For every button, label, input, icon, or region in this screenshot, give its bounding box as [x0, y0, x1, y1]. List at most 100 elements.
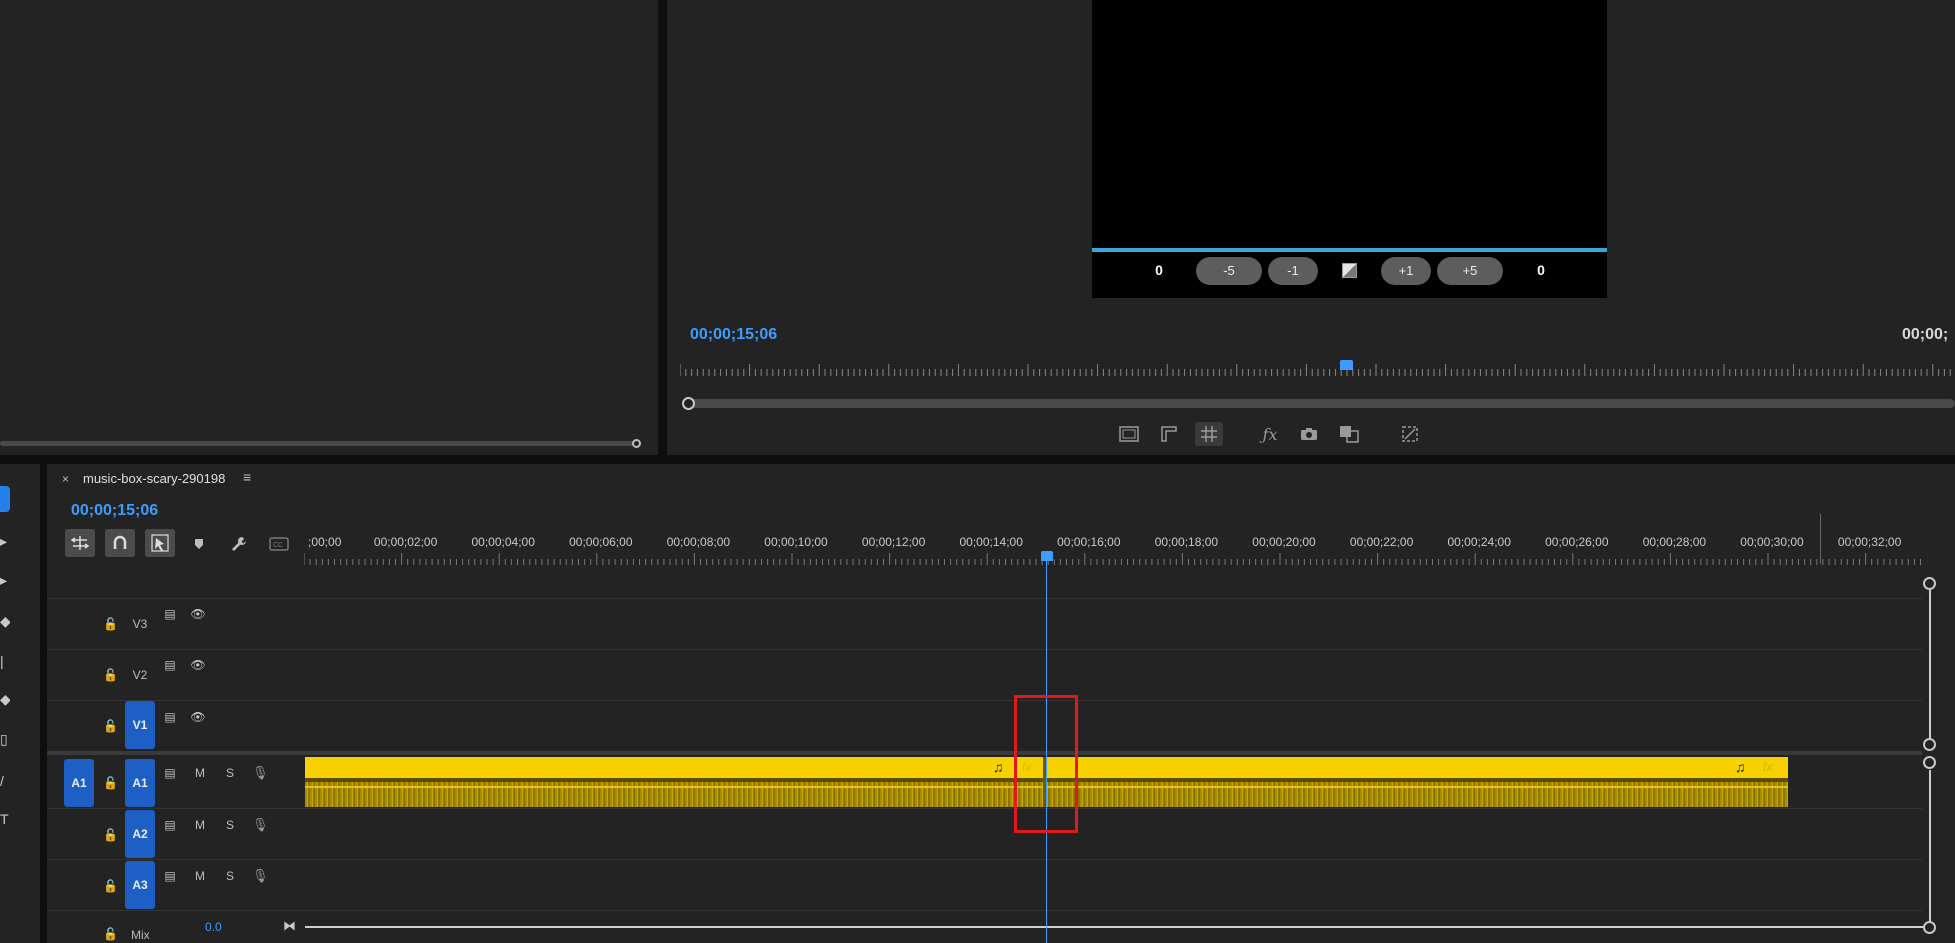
ripple-edit-tool-icon[interactable]: ▸ [0, 571, 10, 589]
razor-tool-icon[interactable]: ◆ [0, 612, 10, 630]
mute-track-a1-button[interactable]: M [193, 766, 207, 780]
ruler-label: ;00;00 [308, 535, 342, 549]
trim-apply-icon[interactable] [1342, 263, 1357, 278]
camera-export-frame-icon[interactable] [1295, 422, 1323, 446]
sync-lock-film-icon[interactable]: ▤ [162, 710, 178, 724]
rulers-icon[interactable] [1155, 422, 1183, 446]
lock-icon[interactable]: 🔓 [103, 879, 118, 893]
mix-track-label: Mix [131, 928, 150, 942]
timeline-ruler-labels[interactable]: ;00;00 00;00;02;00 00;00;04;00 00;00;06;00 0… [304, 535, 1924, 551]
hand-tool-icon[interactable]: / [0, 772, 10, 790]
sync-lock-film-icon[interactable]: ▤ [162, 607, 178, 621]
track-divider [47, 859, 1922, 860]
video-tracks-scrollbar[interactable] [1929, 584, 1931, 744]
voiceover-mic-icon[interactable]: 🎙 [252, 765, 269, 781]
trim-minus1-button[interactable]: -1 [1268, 257, 1318, 285]
ruler-label: 00;00;32;00 [1837, 535, 1902, 549]
program-zoom-handle[interactable] [682, 397, 695, 410]
effects-fx-icon[interactable]: ƒx [1256, 422, 1284, 446]
safe-margins-icon[interactable] [1115, 422, 1143, 446]
voiceover-mic-icon[interactable]: 🎙 [252, 868, 269, 884]
guides-grid-icon[interactable] [1195, 422, 1223, 446]
audio-tracks-scrollbar[interactable] [1929, 770, 1931, 928]
ruler-label: 00;00;02;00 [373, 535, 438, 549]
program-video-frame [1092, 0, 1607, 298]
track-select-tool-icon[interactable]: ▸ [0, 532, 10, 550]
mute-track-a3-button[interactable]: M [193, 869, 207, 883]
program-playhead[interactable] [1340, 360, 1353, 370]
snap-magnet-icon[interactable] [105, 529, 135, 557]
toggle-output-eye-icon[interactable]: 👁 [190, 710, 206, 724]
vr-video-icon[interactable] [1396, 422, 1424, 446]
sync-lock-film-icon[interactable]: ▤ [162, 818, 178, 832]
voiceover-mic-icon[interactable]: 🎙 [252, 817, 269, 833]
timeline-timecode[interactable]: 00;00;15;06 [71, 502, 158, 520]
trim-plus5-button[interactable]: +5 [1437, 257, 1503, 285]
solo-track-a2-button[interactable]: S [223, 818, 237, 832]
source-monitor-panel [0, 0, 658, 455]
rectangle-tool-icon[interactable]: ▯ [0, 730, 10, 748]
track-target-a2[interactable]: A2 [125, 810, 155, 858]
video-scroll-bottom-handle[interactable] [1923, 738, 1936, 751]
captions-icon[interactable]: CC [268, 533, 290, 555]
toggle-output-eye-icon[interactable]: 👁 [190, 658, 206, 672]
lock-icon[interactable]: 🔓 [103, 828, 118, 842]
lock-icon[interactable]: 🔓 [103, 668, 118, 682]
trim-minus5-button[interactable]: -5 [1196, 257, 1262, 285]
video-scroll-top-handle[interactable] [1923, 577, 1936, 590]
ruler-label: 00;00;12;00 [861, 535, 926, 549]
type-tool-icon[interactable]: T [0, 810, 10, 828]
track-divider [47, 910, 1922, 911]
panel-menu-icon[interactable]: ≡ [243, 469, 251, 485]
clip-fx-badge[interactable]: fx [1763, 760, 1772, 774]
track-target-v1[interactable]: V1 [125, 701, 155, 749]
lock-icon[interactable]: 🔓 [103, 719, 118, 733]
track-name-v3: V3 [132, 617, 148, 631]
solo-track-a3-button[interactable]: S [223, 869, 237, 883]
source-patch-a1[interactable]: A1 [64, 759, 94, 807]
audio-scroll-bottom-handle[interactable] [1923, 921, 1936, 934]
lock-icon[interactable]: 🔓 [103, 617, 118, 631]
source-zoom-scrollbar[interactable] [0, 441, 640, 446]
ruler-label: 00;00;26;00 [1545, 535, 1609, 549]
ruler-label: 00;00;06;00 [569, 535, 633, 549]
close-sequence-icon[interactable]: × [62, 472, 69, 486]
mix-volume-value[interactable]: 0.0 [205, 920, 222, 934]
track-target-a3[interactable]: A3 [125, 861, 155, 909]
ruler-label: 00;00;08;00 [666, 535, 731, 549]
ripple-edit-icon[interactable] [65, 529, 95, 557]
timeline-playhead[interactable] [1041, 551, 1053, 561]
sync-lock-film-icon[interactable]: ▤ [162, 766, 178, 780]
program-time-ruler[interactable] [680, 364, 1955, 378]
mute-track-a2-button[interactable]: M [193, 818, 207, 832]
pen-tool-icon[interactable]: ◆ [0, 690, 10, 708]
lock-icon[interactable]: 🔓 [103, 776, 118, 790]
mix-pan-bowtie-icon[interactable]: ⧓ [283, 918, 296, 934]
sync-lock-film-icon[interactable]: ▤ [162, 658, 178, 672]
video-audio-divider[interactable] [47, 751, 1922, 755]
marker-icon[interactable] [188, 533, 210, 555]
track-target-a1[interactable]: A1 [125, 759, 155, 807]
source-zoom-handle[interactable] [632, 439, 641, 448]
audio-scroll-top-handle[interactable] [1923, 756, 1936, 769]
selection-tool-icon[interactable] [0, 486, 10, 512]
trim-plus1-button[interactable]: +1 [1381, 257, 1431, 285]
audio-clip-note-icon: ♫ [1735, 759, 1746, 775]
ruler-label: 00;00;10;00 [764, 535, 828, 549]
ruler-label: 00;00;16;00 [1057, 535, 1121, 549]
track-divider [47, 808, 1922, 809]
timeline-time-ruler[interactable] [304, 553, 1924, 565]
mix-volume-line[interactable] [305, 926, 1925, 928]
toggle-output-eye-icon[interactable]: 👁 [190, 607, 206, 621]
slip-tool-icon[interactable]: | [0, 652, 10, 670]
linked-selection-icon[interactable] [145, 529, 175, 557]
program-timecode[interactable]: 00;00;15;06 [690, 326, 777, 344]
wrench-icon[interactable] [228, 533, 250, 555]
track-divider [47, 649, 1922, 650]
comparison-view-icon[interactable] [1335, 422, 1363, 446]
sync-lock-film-icon[interactable]: ▤ [162, 869, 178, 883]
lock-icon[interactable]: 🔓 [103, 927, 118, 941]
sequence-tab-title[interactable]: music-box-scary-290198 [83, 471, 225, 486]
solo-track-a1-button[interactable]: S [223, 766, 237, 780]
program-zoom-scrollbar[interactable] [688, 399, 1955, 408]
